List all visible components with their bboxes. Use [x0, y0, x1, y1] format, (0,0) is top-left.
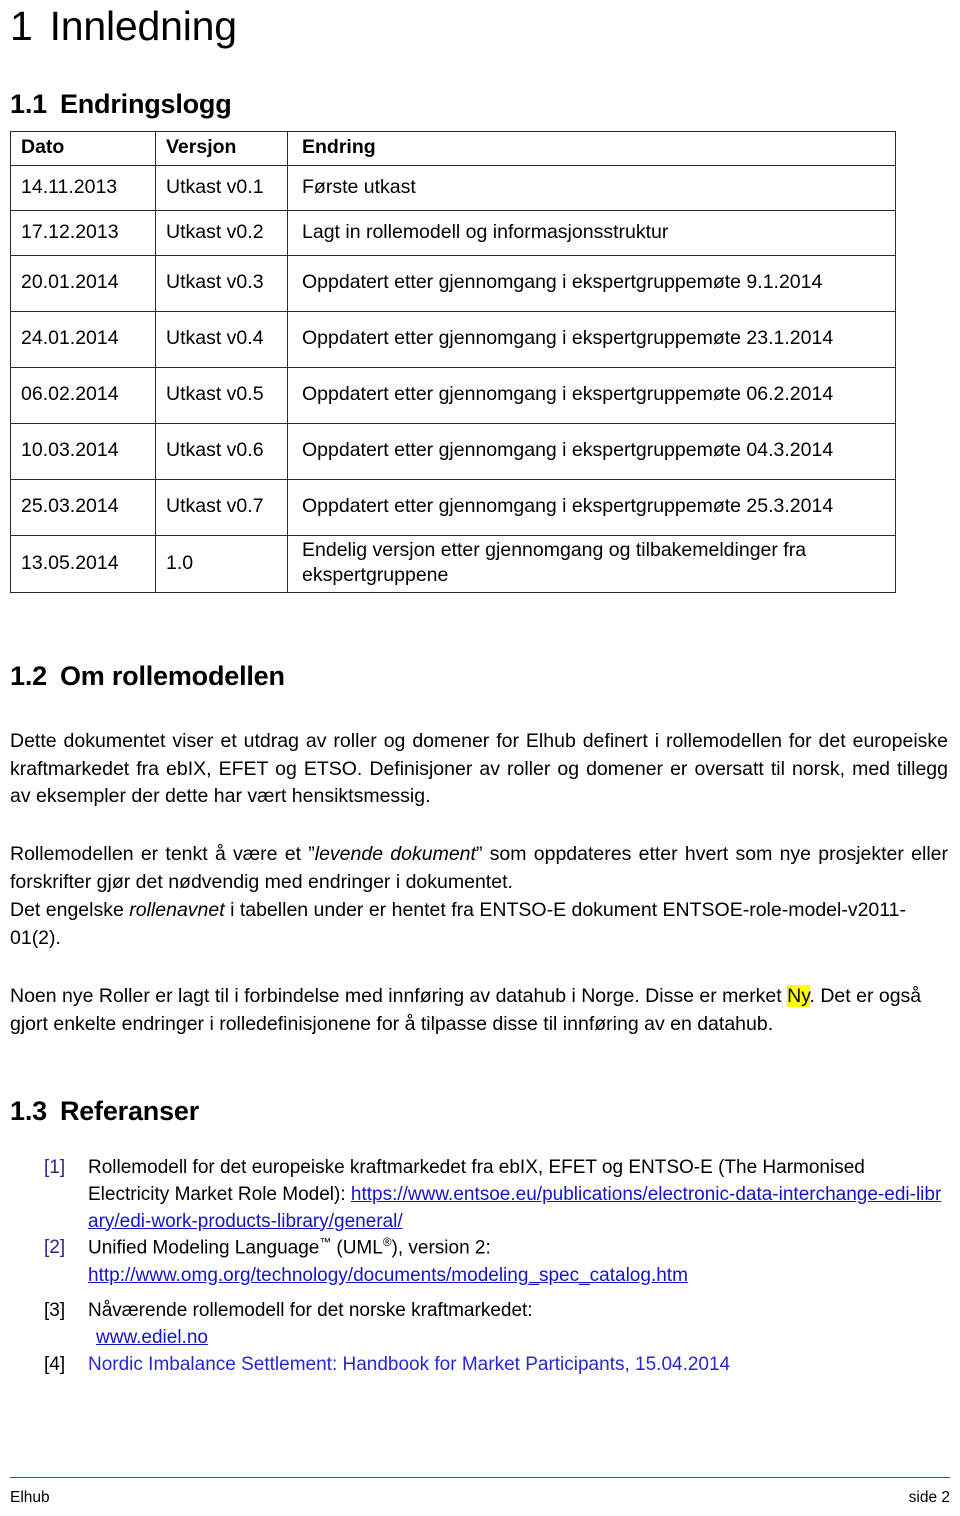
table-row: 20.01.2014 Utkast v0.3 Oppdatert etter g…	[10, 255, 896, 312]
newroles-before: Noen nye Roller er lagt til i forbindels…	[10, 984, 788, 1007]
page-title: 1 Innledning	[10, 0, 950, 47]
paragraph-new-roles: Noen nye Roller er lagt til i forbindels…	[10, 983, 948, 1039]
list-item: [4] Nordic Imbalance Settlement: Handbook…	[40, 1352, 950, 1379]
living-italic: levende dokument	[314, 843, 476, 866]
registered-icon: ®	[382, 1236, 392, 1250]
footer-divider	[10, 1477, 950, 1478]
section-title-1-2: Om rollemodellen	[59, 660, 285, 691]
paragraph-living-document: Rollemodellen er tenkt å være et ”levend…	[10, 841, 948, 897]
reference-marker-2: [2]	[44, 1237, 66, 1259]
reference-link-3[interactable]: www.ediel.no	[96, 1327, 208, 1348]
section-title-1-3: Referanser	[59, 1095, 200, 1126]
reference-marker-4: [4]	[44, 1353, 66, 1375]
column-header-versjon: Versjon	[155, 131, 288, 166]
cell-endring: Oppdatert etter gjennomgang i ekspertgru…	[287, 311, 896, 368]
reference-text-2-mid: (UML	[331, 1237, 383, 1259]
column-header-dato: Dato	[10, 131, 156, 166]
list-item: [1] Rollemodell for det europeiske kraftm…	[40, 1155, 950, 1236]
cell-dato: 17.12.2013	[10, 210, 156, 256]
cell-dato: 24.01.2014	[10, 311, 156, 368]
cell-endring: Oppdatert etter gjennomgang i ekspertgru…	[287, 367, 896, 424]
reference-link-2[interactable]: http://www.omg.org/technology/documents/…	[88, 1265, 688, 1286]
reference-link-4[interactable]: Nordic Imbalance Settlement: Handbook fo…	[88, 1354, 730, 1375]
cell-endring: Oppdatert etter gjennomgang i ekspertgru…	[287, 423, 896, 480]
trademark-icon: ™	[319, 1236, 332, 1250]
cell-endring: Lagt in rollemodell og informasjonsstruk…	[287, 210, 896, 256]
section-number-1-2: 1.2	[10, 660, 47, 691]
document-page: 1 Innledning 1.1 Endringslogg Dato Versjon…	[0, 0, 960, 1516]
footer-page-number: side 2	[908, 1489, 950, 1506]
heading-referanser: 1.3 Referanser	[10, 1095, 950, 1126]
reference-text-2-suffix: ), version 2:	[391, 1237, 491, 1259]
table-row: 13.05.2014 1.0 Endelig versjon etter gje…	[10, 535, 896, 593]
cell-versjon: Utkast v0.7	[155, 479, 288, 536]
reference-text-3: Nåværende rollemodell for det norske kra…	[88, 1299, 533, 1321]
cell-versjon: Utkast v0.6	[155, 423, 288, 480]
cell-versjon: Utkast v0.1	[155, 165, 288, 211]
reference-marker-3: [3]	[44, 1299, 66, 1321]
table-row: 06.02.2014 Utkast v0.5 Oppdatert etter g…	[10, 367, 896, 424]
cell-endring: Oppdatert etter gjennomgang i ekspertgru…	[287, 479, 896, 536]
list-item: [3] Nåværende rollemodell for det norske …	[40, 1298, 950, 1352]
reference-text-2-prefix: Unified Modeling Language	[88, 1237, 320, 1259]
section-number-1-3: 1.3	[10, 1095, 47, 1126]
page-content: 1 Innledning 1.1 Endringslogg Dato Versjon…	[10, 0, 950, 1379]
table-row: 10.03.2014 Utkast v0.6 Oppdatert etter g…	[10, 423, 896, 480]
cell-dato: 13.05.2014	[10, 535, 156, 593]
chapter-number: 1	[10, 3, 33, 49]
changelog-table-body: 14.11.2013 Utkast v0.1 Første utkast 17.…	[10, 165, 896, 593]
column-header-endring: Endring	[287, 131, 896, 166]
cell-dato: 10.03.2014	[10, 423, 156, 480]
reference-link-3-wrap: www.ediel.no	[88, 1327, 208, 1348]
table-row: 25.03.2014 Utkast v0.7 Oppdatert etter g…	[10, 479, 896, 536]
heading-om-rollemodellen: 1.2 Om rollemodellen	[10, 660, 950, 691]
cell-dato: 06.02.2014	[10, 367, 156, 424]
cell-dato: 25.03.2014	[10, 479, 156, 536]
cell-endring: Endelig versjon etter gjennomgang og til…	[287, 535, 896, 593]
cell-dato: 14.11.2013	[10, 165, 156, 211]
english-before: Det engelske	[10, 899, 130, 922]
references-list: [1] Rollemodell for det europeiske kraftm…	[10, 1155, 950, 1379]
highlight-ny: Ny	[787, 984, 810, 1007]
paragraph-intro: Dette dokumentet viser et utdrag av roll…	[10, 729, 948, 808]
table-row: 24.01.2014 Utkast v0.4 Oppdatert etter g…	[10, 311, 896, 368]
table-header-row: Dato Versjon Endring	[10, 131, 896, 166]
cell-versjon: Utkast v0.5	[155, 367, 288, 424]
cell-endring: Oppdatert etter gjennomgang i ekspertgru…	[287, 255, 896, 312]
changelog-table: Dato Versjon Endring 14.11.2013 Utkast v…	[10, 131, 896, 593]
cell-endring: Første utkast	[287, 165, 896, 211]
cell-versjon: Utkast v0.4	[155, 311, 288, 368]
footer-left-label: Elhub	[10, 1489, 50, 1506]
section-title-1-1: Endringslogg	[59, 89, 232, 119]
section-number-1-1: 1.1	[10, 89, 47, 119]
table-row: 17.12.2013 Utkast v0.2 Lagt in rollemode…	[10, 210, 896, 256]
cell-versjon: Utkast v0.3	[155, 255, 288, 312]
english-italic: rollenavnet	[129, 899, 225, 922]
chapter-title: Innledning	[49, 3, 237, 49]
cell-versjon: 1.0	[155, 535, 288, 593]
page-footer: Elhub side 2	[10, 1489, 950, 1508]
list-item: [2] Unified Modeling Language™ (UML®), ve…	[40, 1235, 950, 1289]
cell-versjon: Utkast v0.2	[155, 210, 288, 256]
heading-endringslogg: 1.1 Endringslogg	[10, 91, 950, 118]
paragraph-english-rolename: Det engelske rollenavnet i tabellen unde…	[10, 897, 948, 953]
table-row: 14.11.2013 Utkast v0.1 Første utkast	[10, 165, 896, 211]
cell-dato: 20.01.2014	[10, 255, 156, 312]
reference-marker-1: [1]	[44, 1156, 66, 1178]
living-before: Rollemodellen er tenkt å være et ”	[10, 843, 315, 866]
